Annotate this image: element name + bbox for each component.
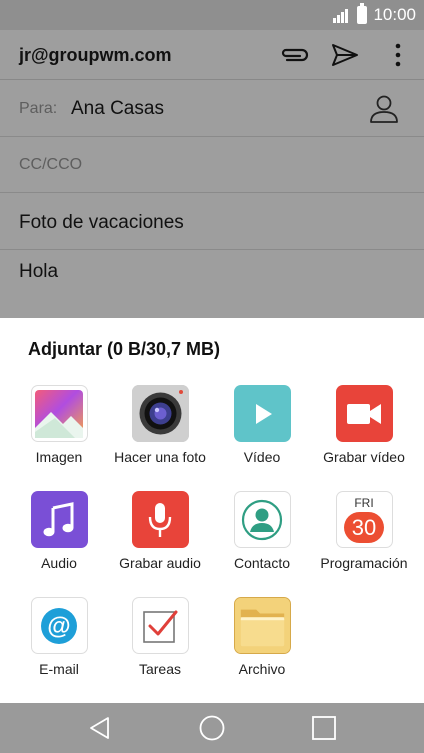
attach-image[interactable]: Imagen [7, 385, 111, 468]
attach-record-video[interactable]: Grabar vídeo [312, 385, 416, 468]
attach-take-photo[interactable]: Hacer una foto [108, 385, 212, 468]
attach-take-photo-label: Hacer una foto [114, 449, 206, 465]
calendar-icon: FRI 30 [335, 491, 393, 548]
body-field[interactable]: Hola [19, 261, 58, 283]
signal-icon [333, 7, 351, 23]
attach-audio[interactable]: Audio [7, 491, 111, 574]
cc-label: CC/CCO [19, 156, 83, 173]
home-icon[interactable] [190, 710, 234, 746]
attach-file-label: Archivo [238, 661, 286, 677]
contact-icon [233, 491, 291, 548]
gallery-icon [30, 385, 88, 442]
status-time: 10:00 [373, 5, 416, 24]
attach-contact-label: Contacto [233, 555, 291, 571]
attach-email-label: E-mail [39, 661, 79, 677]
attach-record-audio-label: Grabar audio [119, 555, 201, 571]
to-row[interactable]: Para: Ana Casas [0, 81, 424, 137]
more-vert-icon[interactable] [381, 39, 415, 71]
attach-schedule[interactable]: FRI 30 Programación [312, 491, 416, 574]
contact-picker-icon[interactable] [368, 93, 400, 125]
attach-tasks[interactable]: Tareas [108, 597, 212, 680]
back-icon[interactable] [78, 710, 122, 746]
attach-audio-label: Audio [41, 555, 77, 571]
calendar-day: FRI [354, 496, 374, 510]
attach-record-audio[interactable]: Grabar audio [108, 491, 212, 574]
subject-row[interactable]: Foto de vacaciones [0, 193, 424, 250]
microphone-icon [131, 491, 189, 548]
folder-icon [233, 597, 291, 654]
attach-file[interactable]: Archivo [210, 597, 314, 680]
video-icon [233, 385, 291, 442]
to-label: Para: [19, 100, 58, 117]
calendar-date: 30 [344, 512, 384, 543]
camera-icon [131, 385, 189, 442]
attach-email[interactable]: @ E-mail [7, 597, 111, 680]
attach-tasks-label: Tareas [138, 661, 182, 677]
attach-contact[interactable]: Contacto [210, 491, 314, 574]
attach-image-label: Imagen [35, 449, 83, 465]
send-icon[interactable] [328, 39, 362, 71]
navigation-bar [0, 703, 424, 753]
cc-row[interactable]: CC/CCO [0, 137, 424, 193]
email-icon: @ [30, 597, 88, 654]
recents-icon[interactable] [302, 710, 346, 746]
video-record-icon [335, 385, 393, 442]
paperclip-icon[interactable] [277, 39, 311, 71]
sheet-title: Adjuntar (0 B/30,7 MB) [28, 339, 221, 359]
svg-text:@: @ [47, 613, 70, 640]
attach-record-video-label: Grabar vídeo [323, 449, 405, 465]
subject-field[interactable]: Foto de vacaciones [19, 212, 184, 234]
account-email: jr@groupwm.com [19, 45, 172, 65]
tasks-icon [131, 597, 189, 654]
app-bar: jr@groupwm.com [0, 30, 424, 80]
attach-video[interactable]: Vídeo [210, 385, 314, 468]
attach-video-label: Vídeo [243, 449, 281, 465]
status-bar: 10:00 [0, 0, 424, 30]
attach-schedule-label: Programación [320, 555, 408, 571]
music-icon [30, 491, 88, 548]
attach-sheet: Adjuntar (0 B/30,7 MB) Imagen Hacer una … [0, 318, 424, 703]
to-recipient[interactable]: Ana Casas [71, 98, 164, 120]
battery-icon [357, 3, 368, 24]
